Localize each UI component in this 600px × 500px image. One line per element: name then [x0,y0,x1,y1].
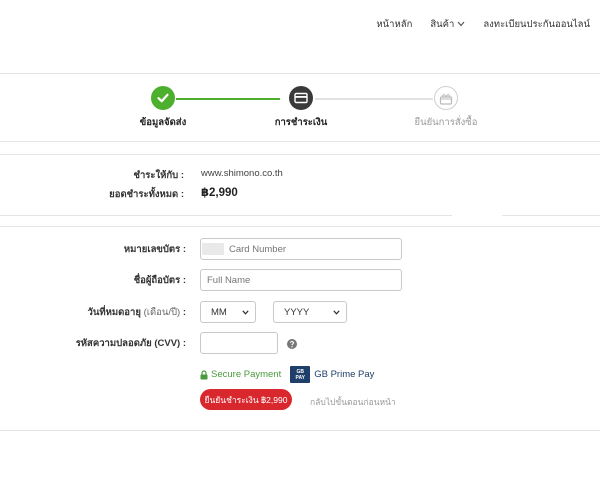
divider [0,226,600,227]
step-confirm-circle [434,86,458,110]
pay-to-label: ชำระให้กับ : [133,170,184,181]
step-shipping: ข้อมูลจัดส่ง [103,86,223,130]
cvv-input[interactable] [200,332,278,354]
step-shipping-circle [151,86,175,110]
divider [0,215,600,216]
credit-card-icon [294,92,308,104]
divider [0,154,600,155]
cvv-label: รหัสความปลอดภัย (CVV) : [75,338,186,349]
total-label: ยอดชำระทั้งหมด : [109,189,184,200]
card-number-input[interactable] [200,238,402,260]
nav-home-link[interactable]: หน้าหลัก [376,17,412,32]
question-mark-icon[interactable] [287,339,297,349]
total-amount: ฿2,990 [201,187,238,199]
divider [0,430,600,431]
lock-icon [200,369,208,379]
step-payment-circle [289,86,313,110]
divider [0,141,600,142]
back-to-previous-step-link[interactable]: กลับไปขั้นตอนก่อนหน้า [310,395,396,409]
divider-gap [452,214,502,217]
step-payment-label: การชำระเงิน [274,117,328,128]
check-icon [157,93,169,103]
secure-payment-label: Secure Payment [211,369,282,380]
nav-products-menu[interactable]: สินค้า [430,17,465,32]
chevron-down-icon [242,310,249,315]
card-holder-input[interactable] [200,269,402,291]
top-navigation: หน้าหลัก สินค้า ลงทะเบียนประกันออนไลน์ [358,16,590,32]
total-row: ยอดชำระทั้งหมด : ฿2,990 [0,187,600,203]
confirm-payment-button[interactable]: ยืนยันชำระเงิน ฿2,990 [200,389,292,410]
expiry-year-select[interactable]: YYYY [273,301,347,323]
step-confirm: ยืนยันการสั่งซื้อ [386,86,506,130]
nav-register-insurance-link[interactable]: ลงทะเบียนประกันออนไลน์ [483,17,590,32]
step-payment: การชำระเงิน [241,86,361,130]
pay-to-value: www.shimono.co.th [201,168,283,179]
gift-icon [439,93,453,105]
gb-prime-pay-label: GB Prime Pay [314,369,375,380]
chevron-down-icon [457,21,465,27]
gb-prime-pay-logo: GB PAY [290,366,311,383]
expiry-label: วันที่หมดอายุ (เดือน/ปี) : [87,307,186,318]
card-icon [202,243,224,255]
checkout-stepper: ข้อมูลจัดส่ง การชำระเงิน ยืนยันการสั่งซื… [0,86,600,128]
pay-to-row: ชำระให้กับ : www.shimono.co.th [0,168,600,184]
secure-payment-info: Secure Payment GB PAY GB Prime Pay [200,366,374,383]
expiry-month-select[interactable]: MM [200,301,256,323]
step-shipping-label: ข้อมูลจัดส่ง [139,117,187,128]
divider [0,73,600,74]
card-number-label: หมายเลขบัตร : [123,244,186,255]
chevron-down-icon [333,310,340,315]
card-holder-label: ชื่อผู้ถือบัตร : [133,275,186,286]
step-confirm-label: ยืนยันการสั่งซื้อ [414,117,478,128]
